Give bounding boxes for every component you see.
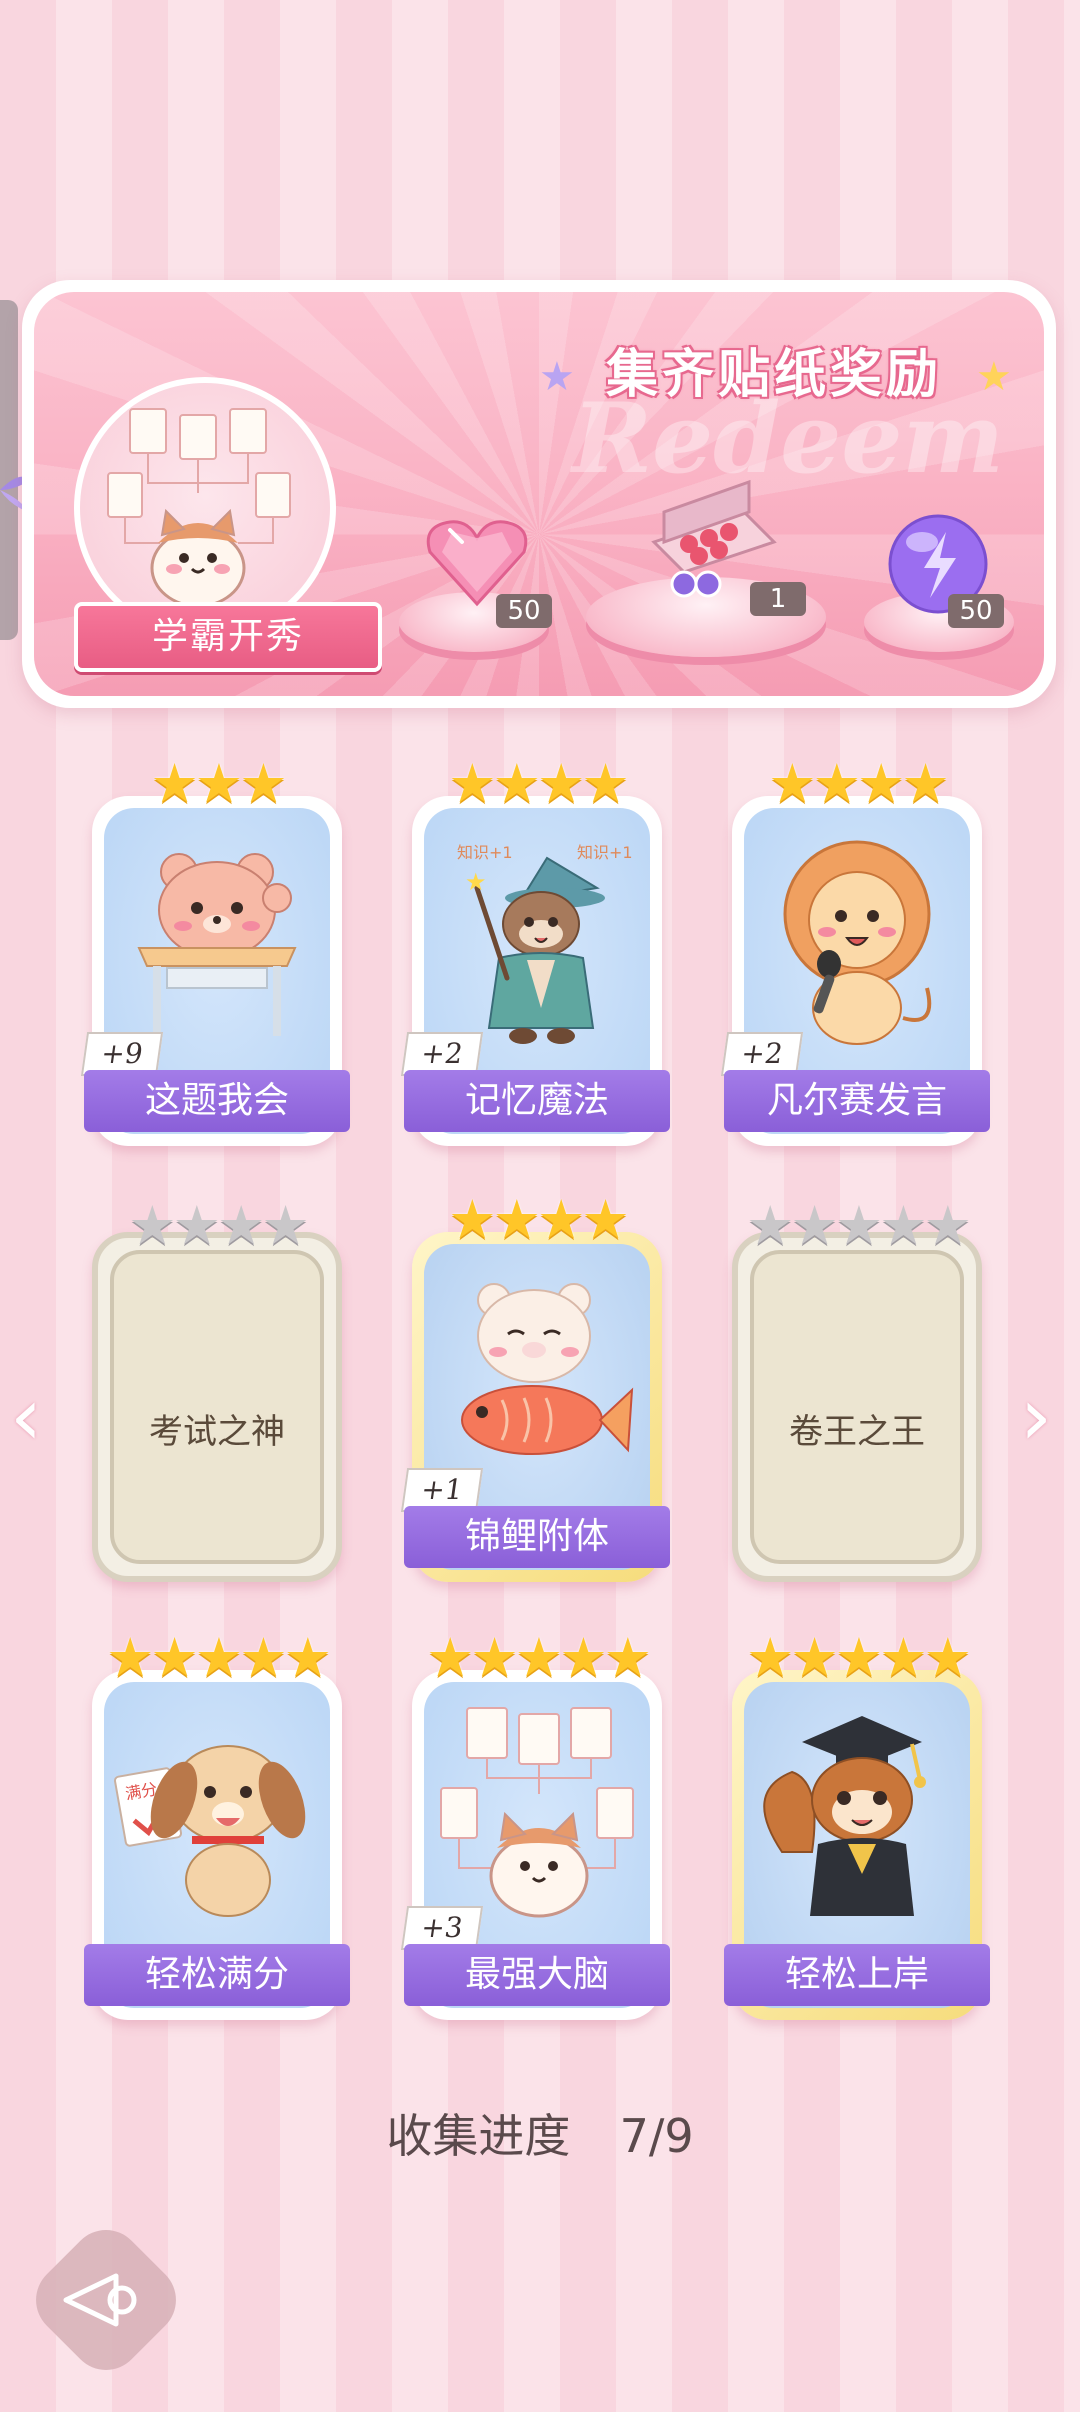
banner-title: 集齐贴纸奖励: [605, 345, 942, 405]
sticker-card[interactable]: ★★★ +9 这题我会: [80, 752, 350, 1146]
sticker-label: 锦鲤附体: [404, 1506, 670, 1568]
star-rating: ★★★★★: [425, 1626, 652, 1689]
bear-koi-icon: [461, 1283, 634, 1455]
cat-with-papers-icon: [440, 1707, 634, 1918]
sticker-label: 轻松满分: [84, 1944, 350, 2006]
sticker-card-locked[interactable]: ★★★★ 考试之神: [92, 1194, 342, 1582]
svg-text:知识+1: 知识+1: [577, 843, 633, 862]
sticker-card[interactable]: ★★★★★ 轻松上岸: [724, 1626, 990, 2020]
sticker-set-ribbon: 学霸开秀: [74, 602, 382, 672]
collection-progress: 收集进度 7/9: [0, 2100, 1080, 2166]
puppy-paper-icon: 满分: [113, 1745, 306, 1917]
progress-value: 7/9: [619, 2109, 694, 2163]
sticker-card[interactable]: ★★★★ 知识+1 知识+1 ★ +2 记忆魔法: [400, 752, 670, 1146]
reward-banner: Redeem ★ 集齐贴纸奖励 ★ 学霸开秀 50 1 50: [22, 280, 1056, 708]
sticker-card[interactable]: ★★★★ +2 凡尔赛发言: [720, 752, 990, 1146]
lion-mic-icon: [783, 840, 932, 1045]
locked-sticker-title: 卷王之王: [789, 1412, 925, 1452]
sticker-label: 凡尔赛发言: [724, 1070, 990, 1132]
star-rating: ★★★: [150, 752, 287, 815]
sticker-card[interactable]: ★★★★★ 满分 轻松满分: [84, 1626, 350, 2020]
sticker-card[interactable]: ★★★★★ +3 最强大脑: [400, 1626, 670, 2020]
sticker-set-avatar[interactable]: [74, 377, 336, 639]
star-rating: ★★★★: [448, 1188, 630, 1251]
reward-count: 1: [750, 582, 806, 616]
star-rating: ★★★★: [768, 752, 950, 815]
next-page-arrow-icon[interactable]: ›: [1020, 1370, 1052, 1463]
reward-count: 50: [948, 594, 1004, 628]
sticker-label: 最强大脑: [404, 1944, 670, 2006]
star-icon: ★: [976, 354, 1012, 400]
progress-label: 收集进度: [386, 2109, 571, 2163]
star-rating: ★★★★★: [745, 1626, 972, 1689]
back-arrow-icon: [63, 2273, 137, 2327]
cat-with-papers-icon: [107, 408, 291, 608]
star-rating: ★★★★: [448, 752, 630, 815]
sticker-label: 轻松上岸: [724, 1944, 990, 2006]
star-rating: ★★★★: [128, 1194, 310, 1257]
reward-count: 50: [496, 594, 552, 628]
prev-page-arrow-icon[interactable]: ‹: [10, 1370, 42, 1463]
star-rating: ★★★★★: [745, 1194, 972, 1257]
star-rating: ★★★★★: [105, 1626, 332, 1689]
otter-wizard-icon: 知识+1 知识+1 ★: [457, 843, 633, 1044]
sticker-label: 这题我会: [84, 1070, 350, 1132]
svg-text:知识+1: 知识+1: [457, 843, 513, 862]
sticker-card-locked[interactable]: ★★★★★ 卷王之王: [732, 1194, 982, 1582]
bear-at-desk-icon: [137, 853, 297, 1036]
sticker-label: 记忆魔法: [404, 1070, 670, 1132]
squirrel-grad-icon: [763, 1716, 926, 1916]
sticker-card[interactable]: ★★★★ +1 锦鲤附体: [400, 1188, 670, 1582]
locked-sticker-title: 考试之神: [149, 1412, 285, 1452]
svg-text:★: ★: [465, 868, 487, 896]
